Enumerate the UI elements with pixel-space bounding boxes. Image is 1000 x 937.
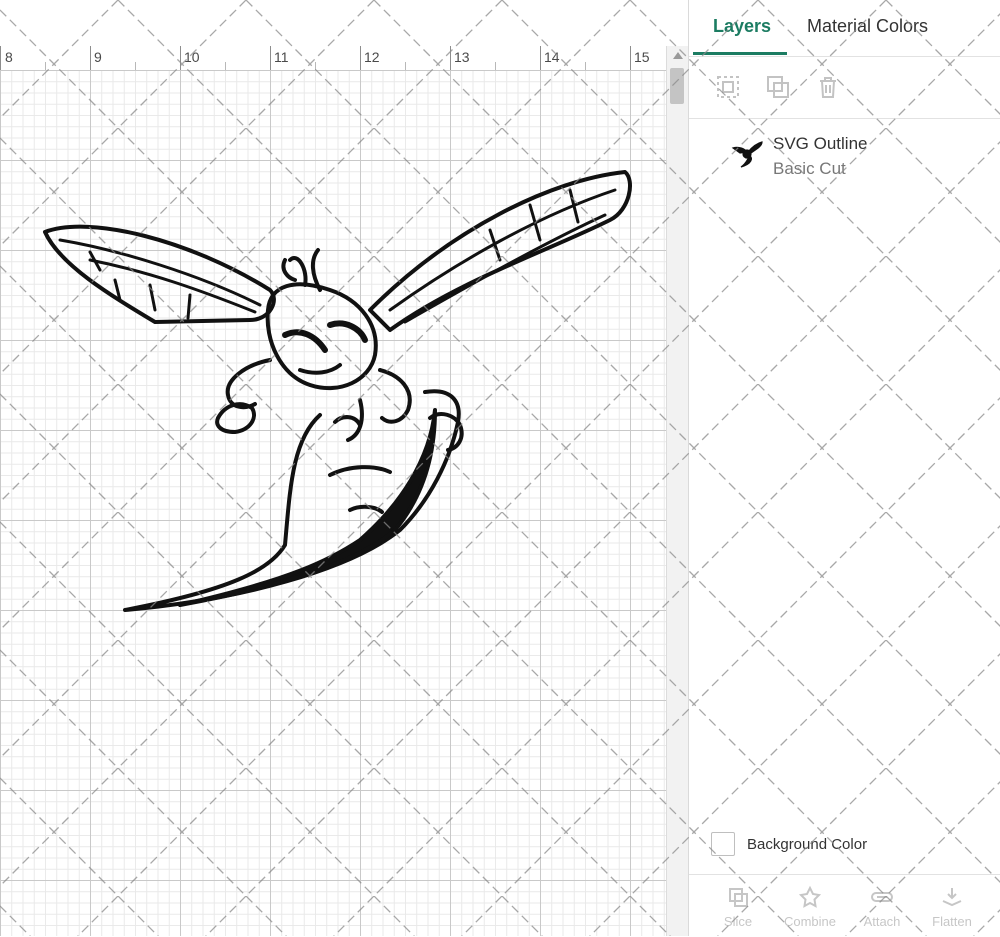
background-color-row: Background Color <box>689 818 1000 870</box>
ruler-label: 10 <box>184 49 200 65</box>
slice-button[interactable]: Slice <box>703 875 773 937</box>
active-tab-indicator <box>693 52 787 55</box>
ruler-label: 12 <box>364 49 380 65</box>
group-icon[interactable] <box>715 74 741 100</box>
ruler-label: 9 <box>94 49 102 65</box>
combine-label: Combine <box>783 914 837 929</box>
ruler-label: 11 <box>274 49 289 65</box>
flatten-label: Flatten <box>932 914 972 929</box>
slice-icon <box>729 888 748 907</box>
layer-actions-bar: Slice Combine Attach Flatten <box>689 874 1000 937</box>
ruler-label: 13 <box>454 49 470 65</box>
layers-panel: Layers Material Colors SVG Outline Basic… <box>688 0 1000 937</box>
design-canvas[interactable]: 8 9 10 11 12 13 14 15 <box>0 0 689 936</box>
slice-label: Slice <box>723 914 753 929</box>
scroll-thumb[interactable] <box>670 68 684 104</box>
hornet-artwork[interactable] <box>30 160 650 630</box>
attach-icon <box>871 892 893 902</box>
background-color-label: Background Color <box>747 836 868 853</box>
combine-icon <box>798 885 822 908</box>
layer-name: SVG Outline <box>773 134 868 153</box>
layer-thumbnail <box>731 141 763 168</box>
tab-material-colors[interactable]: Material Colors <box>807 16 928 37</box>
ruler-label: 15 <box>634 49 650 65</box>
scroll-up-icon[interactable] <box>673 52 683 59</box>
duplicate-icon[interactable] <box>765 74 791 100</box>
delete-icon[interactable] <box>815 74 841 100</box>
layer-item[interactable]: SVG Outline Basic Cut <box>689 120 1000 190</box>
panel-tabs: Layers Material Colors <box>689 0 1000 57</box>
flatten-button[interactable]: Flatten <box>917 875 987 937</box>
background-color-checkbox[interactable] <box>711 832 735 856</box>
attach-button[interactable]: Attach <box>847 875 917 937</box>
layer-operation: Basic Cut <box>773 159 846 178</box>
tab-layers[interactable]: Layers <box>713 16 771 37</box>
horizontal-ruler: 8 9 10 11 12 13 14 15 <box>0 46 666 71</box>
attach-label: Attach <box>863 914 901 929</box>
ruler-label: 14 <box>544 49 560 65</box>
vertical-scrollbar[interactable] <box>666 46 689 936</box>
ruler-label: 8 <box>5 49 13 65</box>
combine-button[interactable]: Combine <box>775 875 845 937</box>
flatten-icon <box>942 888 962 907</box>
layers-toolbar <box>689 56 1000 119</box>
